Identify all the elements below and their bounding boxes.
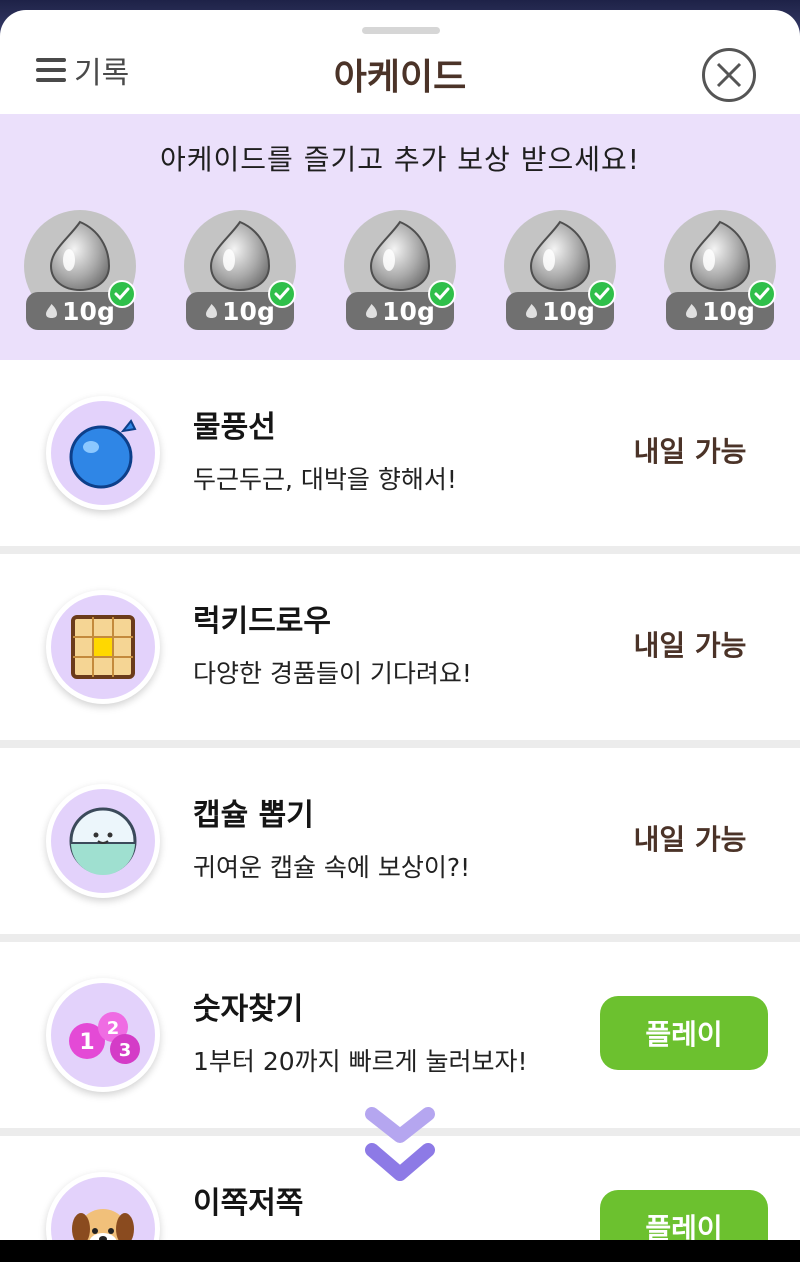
banner-text: 아케이드를 즐기고 추가 보상 받으세요!	[160, 143, 640, 176]
play-button[interactable]: 플레이	[600, 996, 768, 1070]
reward-coin: 10g	[24, 210, 136, 330]
reward-amount: 10g	[222, 296, 275, 326]
reward-amount: 10g	[62, 296, 115, 326]
game-name: 이쪽저쪽	[193, 1186, 304, 1221]
game-row[interactable]: 물풍선두근두근, 대박을 향해서! 내일 가능	[0, 360, 800, 546]
reward-banner: 아케이드를 즐기고 추가 보상 받으세요! 10g 10g 10g 10g 10g	[0, 114, 800, 360]
game-description: 귀여운 캡슐 속에 보상이?!	[193, 853, 471, 882]
silver-drop-icon	[689, 220, 751, 292]
system-nav-bar	[0, 1240, 800, 1262]
reward-coin: 10g	[184, 210, 296, 330]
number-balls-icon: 123	[46, 978, 160, 1092]
lucky-draw-grid-icon	[46, 590, 160, 704]
silver-drop-icon	[529, 220, 591, 292]
mini-drop-icon	[686, 304, 698, 318]
game-description: 다양한 경품들이 기다려요!	[193, 659, 472, 688]
game-row[interactable]: 1 2 3 숫자찾기 1부터 20까지 빠르게 눌러보자! 플레이	[0, 942, 800, 1128]
mini-drop-icon	[206, 304, 218, 318]
play-button[interactable]: 플레이	[600, 1190, 768, 1240]
game-name: 숫자찾기	[193, 992, 304, 1027]
scroll-down-chevron-icon[interactable]	[364, 1102, 436, 1192]
game-name: 럭키드로우	[193, 604, 331, 639]
puppy-icon	[46, 1172, 160, 1240]
mini-drop-icon	[366, 304, 378, 318]
silver-drop-icon	[209, 220, 271, 292]
svg-text:3: 3	[119, 1040, 132, 1061]
mini-drop-icon	[46, 304, 58, 318]
reward-amount: 10g	[542, 296, 595, 326]
row-divider	[0, 934, 800, 942]
close-button[interactable]	[702, 48, 756, 102]
row-divider	[0, 740, 800, 748]
claimed-check-icon	[588, 280, 616, 308]
close-icon	[716, 62, 742, 88]
reward-coin: 10g	[344, 210, 456, 330]
claimed-check-icon	[268, 280, 296, 308]
reward-amount: 10g	[702, 296, 755, 326]
availability-status: 내일 가능	[633, 629, 747, 662]
reward-amount: 10g	[382, 296, 435, 326]
svg-text:2: 2	[107, 1018, 120, 1039]
capsule-icon	[46, 784, 160, 898]
page-title: 아케이드	[333, 57, 467, 98]
arcade-sheet: 기록 아케이드 아케이드를 즐기고 추가 보상 받으세요! 10g 10g 10g 1…	[0, 10, 800, 1240]
game-name: 물풍선	[193, 410, 276, 445]
row-divider	[0, 546, 800, 554]
water-balloon-icon	[46, 396, 160, 510]
silver-drop-icon	[369, 220, 431, 292]
game-description: 1부터 20까지 빠르게 눌러보자!	[193, 1047, 528, 1076]
reward-coins: 10g 10g 10g 10g 10g	[0, 210, 800, 350]
availability-status: 내일 가능	[633, 435, 747, 468]
reward-coin: 10g	[664, 210, 776, 330]
game-name: 캡슐 뽑기	[193, 798, 314, 833]
game-row[interactable]: 캡슐 뽑기귀여운 캡슐 속에 보상이?! 내일 가능	[0, 748, 800, 934]
svg-text:1: 1	[79, 1030, 94, 1055]
sheet-header: 기록 아케이드	[0, 10, 800, 114]
claimed-check-icon	[748, 280, 776, 308]
mini-drop-icon	[526, 304, 538, 318]
claimed-check-icon	[428, 280, 456, 308]
silver-drop-icon	[49, 220, 111, 292]
claimed-check-icon	[108, 280, 136, 308]
game-row[interactable]: 럭키드로우다양한 경품들이 기다려요! 내일 가능	[0, 554, 800, 740]
availability-status: 내일 가능	[633, 823, 747, 856]
reward-coin: 10g	[504, 210, 616, 330]
game-description: 두근두근, 대박을 향해서!	[193, 465, 457, 494]
